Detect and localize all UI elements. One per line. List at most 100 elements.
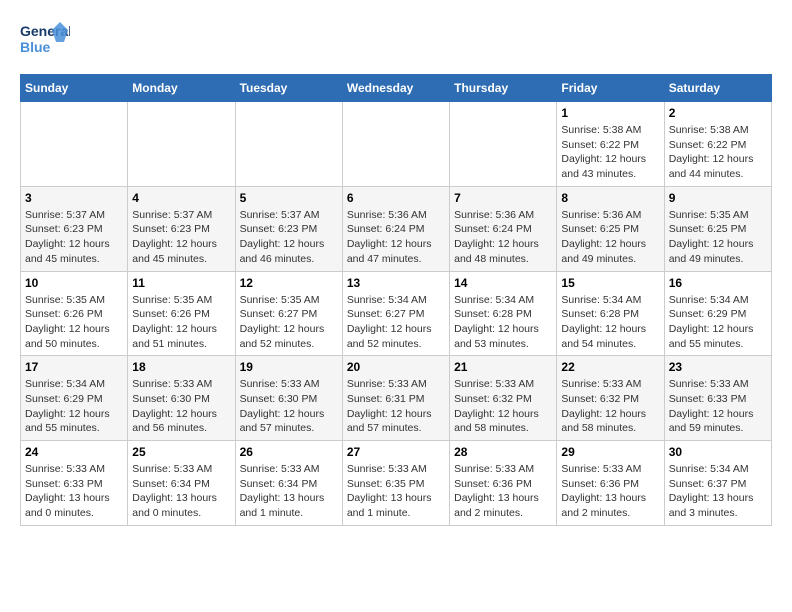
day-info: Sunrise: 5:34 AM Sunset: 6:28 PM Dayligh… [454,293,552,352]
logo-svg: General Blue [20,20,70,64]
day-number: 12 [240,276,338,290]
day-info: Sunrise: 5:34 AM Sunset: 6:28 PM Dayligh… [561,293,659,352]
calendar-cell: 2 Sunrise: 5:38 AM Sunset: 6:22 PM Daylig… [664,102,771,187]
svg-text:Blue: Blue [20,39,51,55]
calendar-cell: 12 Sunrise: 5:35 AM Sunset: 6:27 PM Dayli… [235,271,342,356]
header: General Blue [20,20,772,64]
day-number: 22 [561,360,659,374]
day-info: Sunrise: 5:37 AM Sunset: 6:23 PM Dayligh… [132,208,230,267]
day-info: Sunrise: 5:33 AM Sunset: 6:32 PM Dayligh… [454,377,552,436]
calendar-cell: 24 Sunrise: 5:33 AM Sunset: 6:33 PM Dayli… [21,441,128,526]
day-number: 29 [561,445,659,459]
col-header-monday: Monday [128,75,235,102]
day-info: Sunrise: 5:33 AM Sunset: 6:33 PM Dayligh… [669,377,767,436]
day-number: 13 [347,276,445,290]
calendar-cell: 27 Sunrise: 5:33 AM Sunset: 6:35 PM Dayli… [342,441,449,526]
calendar-cell: 15 Sunrise: 5:34 AM Sunset: 6:28 PM Dayli… [557,271,664,356]
calendar-cell: 21 Sunrise: 5:33 AM Sunset: 6:32 PM Dayli… [450,356,557,441]
col-header-thursday: Thursday [450,75,557,102]
day-number: 17 [25,360,123,374]
calendar-cell: 23 Sunrise: 5:33 AM Sunset: 6:33 PM Dayli… [664,356,771,441]
day-number: 3 [25,191,123,205]
calendar-cell: 20 Sunrise: 5:33 AM Sunset: 6:31 PM Dayli… [342,356,449,441]
calendar-cell: 10 Sunrise: 5:35 AM Sunset: 6:26 PM Dayli… [21,271,128,356]
calendar-cell [450,102,557,187]
calendar-cell: 11 Sunrise: 5:35 AM Sunset: 6:26 PM Dayli… [128,271,235,356]
col-header-wednesday: Wednesday [342,75,449,102]
day-info: Sunrise: 5:35 AM Sunset: 6:27 PM Dayligh… [240,293,338,352]
day-number: 4 [132,191,230,205]
logo: General Blue [20,20,70,64]
day-info: Sunrise: 5:33 AM Sunset: 6:33 PM Dayligh… [25,462,123,521]
day-info: Sunrise: 5:37 AM Sunset: 6:23 PM Dayligh… [25,208,123,267]
calendar-week-row: 1 Sunrise: 5:38 AM Sunset: 6:22 PM Daylig… [21,102,772,187]
calendar-cell: 9 Sunrise: 5:35 AM Sunset: 6:25 PM Daylig… [664,186,771,271]
calendar-cell: 26 Sunrise: 5:33 AM Sunset: 6:34 PM Dayli… [235,441,342,526]
calendar-cell [342,102,449,187]
calendar-cell: 25 Sunrise: 5:33 AM Sunset: 6:34 PM Dayli… [128,441,235,526]
calendar-cell: 1 Sunrise: 5:38 AM Sunset: 6:22 PM Daylig… [557,102,664,187]
day-info: Sunrise: 5:33 AM Sunset: 6:31 PM Dayligh… [347,377,445,436]
calendar-cell: 8 Sunrise: 5:36 AM Sunset: 6:25 PM Daylig… [557,186,664,271]
day-number: 6 [347,191,445,205]
day-info: Sunrise: 5:33 AM Sunset: 6:35 PM Dayligh… [347,462,445,521]
day-info: Sunrise: 5:35 AM Sunset: 6:25 PM Dayligh… [669,208,767,267]
calendar-cell [21,102,128,187]
day-info: Sunrise: 5:33 AM Sunset: 6:36 PM Dayligh… [561,462,659,521]
day-info: Sunrise: 5:33 AM Sunset: 6:30 PM Dayligh… [240,377,338,436]
calendar-cell: 14Sunrise: 5:34 AM Sunset: 6:28 PM Dayli… [450,271,557,356]
day-info: Sunrise: 5:33 AM Sunset: 6:34 PM Dayligh… [132,462,230,521]
day-number: 11 [132,276,230,290]
day-number: 16 [669,276,767,290]
calendar-header-row: SundayMondayTuesdayWednesdayThursdayFrid… [21,75,772,102]
day-number: 9 [669,191,767,205]
day-info: Sunrise: 5:34 AM Sunset: 6:29 PM Dayligh… [25,377,123,436]
day-number: 27 [347,445,445,459]
col-header-tuesday: Tuesday [235,75,342,102]
day-number: 20 [347,360,445,374]
day-number: 24 [25,445,123,459]
calendar-cell [235,102,342,187]
day-info: Sunrise: 5:34 AM Sunset: 6:29 PM Dayligh… [669,293,767,352]
day-info: Sunrise: 5:36 AM Sunset: 6:25 PM Dayligh… [561,208,659,267]
day-number: 28 [454,445,552,459]
day-info: Sunrise: 5:33 AM Sunset: 6:32 PM Dayligh… [561,377,659,436]
calendar-cell: 18Sunrise: 5:33 AM Sunset: 6:30 PM Dayli… [128,356,235,441]
day-info: Sunrise: 5:35 AM Sunset: 6:26 PM Dayligh… [132,293,230,352]
day-number: 30 [669,445,767,459]
day-number: 7 [454,191,552,205]
calendar-cell: 6 Sunrise: 5:36 AM Sunset: 6:24 PM Daylig… [342,186,449,271]
day-number: 23 [669,360,767,374]
calendar-cell: 29 Sunrise: 5:33 AM Sunset: 6:36 PM Dayli… [557,441,664,526]
day-info: Sunrise: 5:36 AM Sunset: 6:24 PM Dayligh… [347,208,445,267]
calendar-cell: 30Sunrise: 5:34 AM Sunset: 6:37 PM Dayli… [664,441,771,526]
day-number: 26 [240,445,338,459]
day-number: 19 [240,360,338,374]
day-number: 25 [132,445,230,459]
day-number: 21 [454,360,552,374]
day-number: 15 [561,276,659,290]
day-number: 1 [561,106,659,120]
calendar-week-row: 24 Sunrise: 5:33 AM Sunset: 6:33 PM Dayli… [21,441,772,526]
calendar-cell: 16 Sunrise: 5:34 AM Sunset: 6:29 PM Dayli… [664,271,771,356]
calendar-cell: 7 Sunrise: 5:36 AM Sunset: 6:24 PM Daylig… [450,186,557,271]
day-info: Sunrise: 5:37 AM Sunset: 6:23 PM Dayligh… [240,208,338,267]
day-number: 5 [240,191,338,205]
col-header-sunday: Sunday [21,75,128,102]
day-info: Sunrise: 5:33 AM Sunset: 6:34 PM Dayligh… [240,462,338,521]
day-number: 2 [669,106,767,120]
calendar-cell: 13 Sunrise: 5:34 AM Sunset: 6:27 PM Dayli… [342,271,449,356]
calendar-cell: 28Sunrise: 5:33 AM Sunset: 6:36 PM Dayli… [450,441,557,526]
day-info: Sunrise: 5:36 AM Sunset: 6:24 PM Dayligh… [454,208,552,267]
day-info: Sunrise: 5:34 AM Sunset: 6:27 PM Dayligh… [347,293,445,352]
col-header-saturday: Saturday [664,75,771,102]
day-info: Sunrise: 5:38 AM Sunset: 6:22 PM Dayligh… [561,123,659,182]
day-number: 8 [561,191,659,205]
day-info: Sunrise: 5:38 AM Sunset: 6:22 PM Dayligh… [669,123,767,182]
day-info: Sunrise: 5:35 AM Sunset: 6:26 PM Dayligh… [25,293,123,352]
calendar-cell: 3 Sunrise: 5:37 AM Sunset: 6:23 PM Daylig… [21,186,128,271]
calendar-week-row: 17 Sunrise: 5:34 AM Sunset: 6:29 PM Dayli… [21,356,772,441]
col-header-friday: Friday [557,75,664,102]
calendar-cell: 5 Sunrise: 5:37 AM Sunset: 6:23 PM Daylig… [235,186,342,271]
day-number: 10 [25,276,123,290]
